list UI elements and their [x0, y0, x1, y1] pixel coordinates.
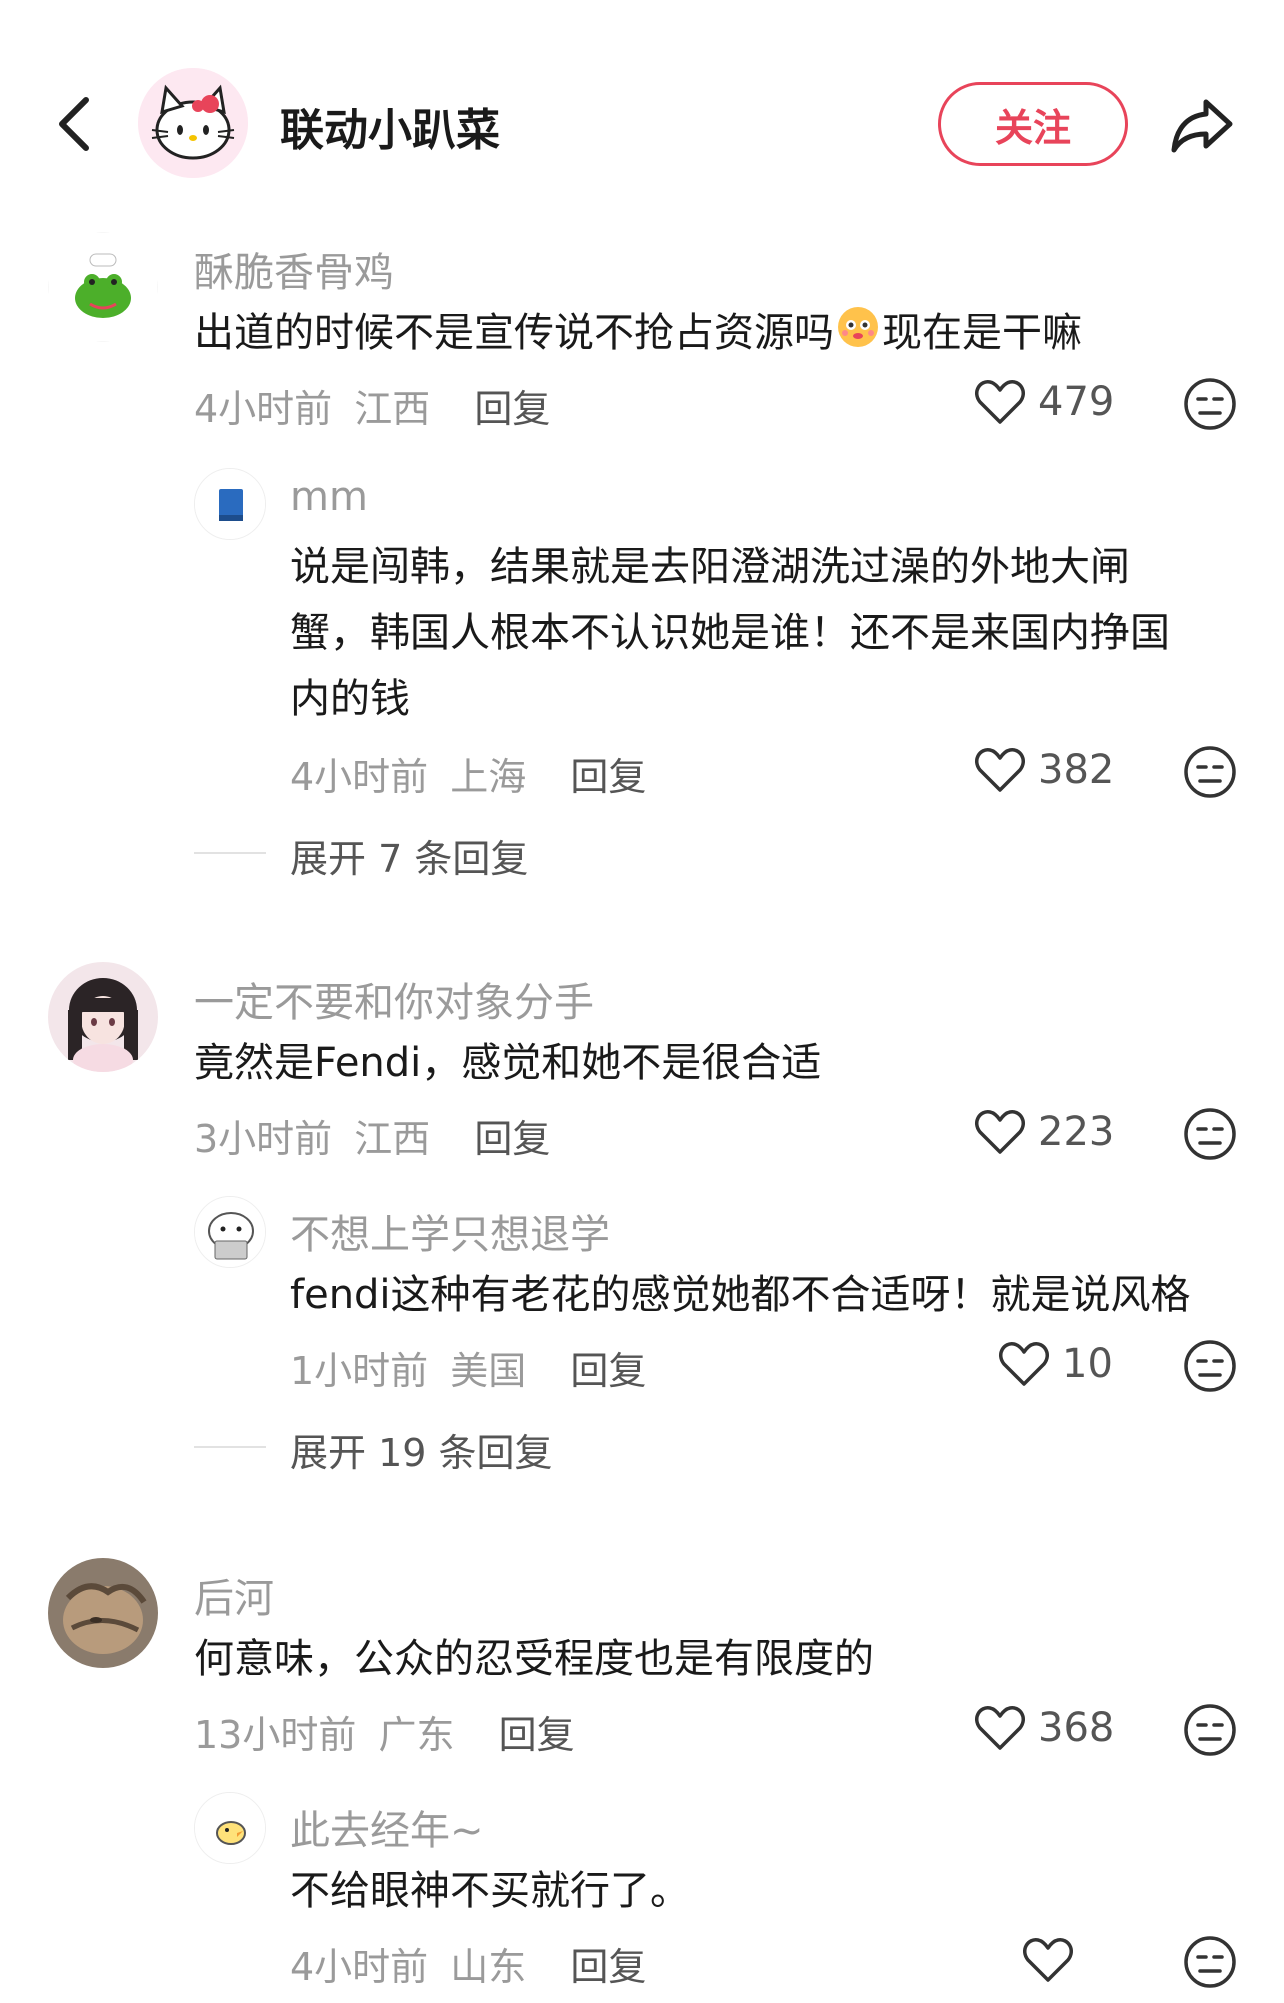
- comment-username[interactable]: 一定不要和你对象分手: [194, 970, 594, 1028]
- comment-location: 江西: [354, 1117, 431, 1161]
- heart-icon: [999, 1342, 1049, 1386]
- comment-text-part: 出道的时候不是宣传说不抢占资源吗: [194, 310, 834, 356]
- hello-kitty-avatar-icon: [138, 68, 248, 178]
- reply-text: 说是闯韩，结果就是去阳澄湖洗过澡的外地大闸 蟹，韩国人根本不认识她是谁！还不是来…: [290, 534, 1250, 732]
- like-count: 382: [1038, 747, 1115, 793]
- comment-username[interactable]: 酥脆香骨鸡: [194, 240, 394, 298]
- comment-time: 13小时前: [194, 1713, 357, 1757]
- avatar[interactable]: [48, 962, 158, 1072]
- follow-button[interactable]: 关注: [938, 82, 1128, 166]
- hamster-laptop-avatar-icon: [195, 1197, 265, 1267]
- frog-avatar-icon: [48, 232, 158, 342]
- heart-icon: [975, 380, 1025, 424]
- book-avatar-icon: [195, 469, 265, 539]
- meh-face-icon: [1184, 378, 1236, 430]
- comment-text: 出道的时候不是宣传说不抢占资源吗 现在是干嘛: [194, 300, 1194, 369]
- comment-meta: 4小时前 江西 回复: [194, 378, 550, 433]
- avatar[interactable]: [138, 68, 248, 178]
- heart-icon: [975, 748, 1025, 792]
- reply-meta: 1小时前 美国 回复: [290, 1340, 646, 1395]
- reply-username[interactable]: 此去经年~: [290, 1798, 484, 1856]
- reply-time: 4小时前: [290, 755, 429, 799]
- reply-meta: 4小时前 山东 回复: [290, 1936, 646, 1991]
- reply-text-line: 蟹，韩国人根本不认识她是谁！还不是来国内挣国: [290, 610, 1170, 656]
- reply-username[interactable]: mm: [290, 474, 368, 520]
- heart-icon: [975, 1706, 1025, 1750]
- like-button[interactable]: 382: [974, 746, 1114, 794]
- chick-avatar-icon: [195, 1793, 265, 1863]
- reply-location: 上海: [450, 755, 527, 799]
- comment-location: 江西: [354, 387, 431, 431]
- dislike-button[interactable]: [1182, 1702, 1238, 1758]
- page-title: 联动小趴菜: [280, 105, 500, 156]
- avatar[interactable]: [48, 1558, 158, 1668]
- dislike-button[interactable]: [1182, 1106, 1238, 1162]
- heart-icon: [1023, 1938, 1073, 1982]
- expand-replies-button[interactable]: 展开 19 条回复: [290, 1422, 553, 1477]
- back-button[interactable]: [48, 88, 104, 160]
- comment-text: 何意味，公众的忍受程度也是有限度的: [194, 1636, 874, 1682]
- emoji-icon: [834, 301, 882, 369]
- avatar[interactable]: [48, 232, 158, 342]
- avatar[interactable]: [194, 468, 266, 540]
- reply-username[interactable]: 不想上学只想退学: [290, 1202, 610, 1260]
- top-bar: 联动小趴菜 关注: [0, 0, 1284, 230]
- expand-replies-button[interactable]: 展开 7 条回复: [290, 828, 528, 883]
- reply-text: fendi这种有老花的感觉她都不合适呀！就是说风格: [290, 1272, 1191, 1318]
- meh-face-icon: [1184, 746, 1236, 798]
- share-button[interactable]: [1166, 88, 1238, 160]
- dislike-button[interactable]: [1182, 376, 1238, 432]
- divider: [194, 852, 266, 854]
- comment-username[interactable]: 后河: [194, 1566, 274, 1624]
- divider: [194, 1446, 266, 1448]
- reply-text-line: 内的钱: [290, 676, 410, 722]
- reply-button[interactable]: 回复: [474, 1117, 550, 1161]
- like-button[interactable]: [1022, 1936, 1074, 1984]
- anime-girl-avatar-icon: [48, 962, 158, 1072]
- heart-icon: [975, 1110, 1025, 1154]
- reply-time: 1小时前: [290, 1349, 429, 1393]
- reply-button[interactable]: 回复: [570, 755, 646, 799]
- reply-location: 美国: [450, 1349, 527, 1393]
- reply-location: 山东: [450, 1945, 527, 1989]
- share-arrow-icon: [1171, 99, 1233, 153]
- like-count: 368: [1038, 1705, 1115, 1751]
- avatar[interactable]: [194, 1792, 266, 1864]
- meh-face-icon: [1184, 1340, 1236, 1392]
- comment-text: 竟然是Fendi，感觉和她不是很合适: [194, 1040, 822, 1086]
- reply-button[interactable]: 回复: [570, 1945, 646, 1989]
- like-button[interactable]: 479: [974, 378, 1114, 426]
- like-button[interactable]: 10: [998, 1340, 1113, 1388]
- comment-meta: 3小时前 江西 回复: [194, 1108, 550, 1163]
- like-count: 223: [1038, 1109, 1115, 1155]
- meh-face-icon: [1184, 1704, 1236, 1756]
- like-count: 479: [1038, 379, 1115, 425]
- reply-time: 4小时前: [290, 1945, 429, 1989]
- meh-face-icon: [1184, 1936, 1236, 1988]
- meh-face-icon: [1184, 1108, 1236, 1160]
- comment-time: 3小时前: [194, 1117, 333, 1161]
- reply-button[interactable]: 回复: [499, 1713, 575, 1757]
- avatar[interactable]: [194, 1196, 266, 1268]
- reply-text: 不给眼神不买就行了。: [290, 1868, 690, 1914]
- dislike-button[interactable]: [1182, 1338, 1238, 1394]
- comment-location: 广东: [378, 1713, 455, 1757]
- reply-text-line: 说是闯韩，结果就是去阳澄湖洗过澡的外地大闸: [290, 544, 1130, 590]
- comment-time: 4小时前: [194, 387, 333, 431]
- dislike-button[interactable]: [1182, 744, 1238, 800]
- comment-meta: 13小时前 广东 回复: [194, 1704, 575, 1759]
- reply-meta: 4小时前 上海 回复: [290, 746, 646, 801]
- chevron-left-icon: [59, 97, 89, 151]
- like-count: 10: [1062, 1341, 1113, 1387]
- reply-button[interactable]: 回复: [570, 1349, 646, 1393]
- dislike-button[interactable]: [1182, 1934, 1238, 1990]
- cat-avatar-icon: [48, 1558, 158, 1668]
- comment-text-part: 现在是干嘛: [882, 310, 1082, 356]
- like-button[interactable]: 223: [974, 1108, 1114, 1156]
- reply-button[interactable]: 回复: [474, 387, 550, 431]
- like-button[interactable]: 368: [974, 1704, 1114, 1752]
